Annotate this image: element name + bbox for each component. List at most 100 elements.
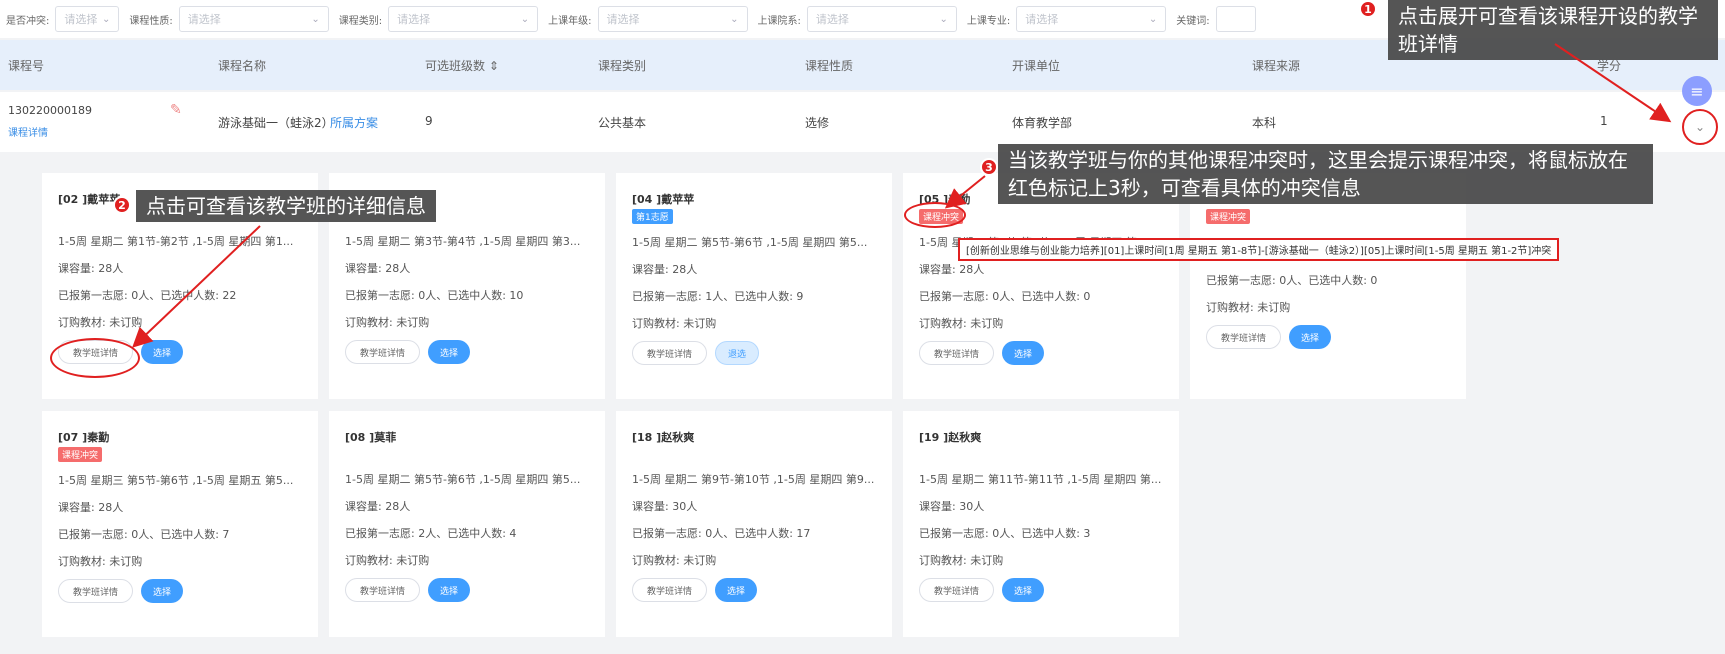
col-class-count[interactable]: 可选班级数 ⇕: [425, 57, 499, 74]
course-source: 本科: [1252, 116, 1277, 130]
pencil-icon: ✎: [170, 102, 182, 118]
course-detail-link[interactable]: 课程详情: [8, 124, 48, 139]
class-select-button[interactable]: 选择: [1002, 578, 1045, 602]
class-tag[interactable]: 课程冲突: [1206, 209, 1251, 224]
class-capacity: 课容量: 28人: [345, 262, 411, 275]
class-textbook: 订购教材: 未订购: [919, 554, 1004, 567]
class-time: 1-5周 星期三 第5节-第6节 ,1-5周 星期五 第5...: [58, 474, 294, 487]
class-select-button[interactable]: 选择: [428, 578, 471, 602]
annotation-3: 当该教学班与你的其他课程冲突时，这里会提示课程冲突，将鼠标放在红色标记上3秒，可…: [998, 144, 1653, 204]
class-tag: 第1志愿: [632, 209, 673, 224]
class-card: 课程冲突 课容量: 28人 已报第一志愿: 0人、已选中人数: 0 订购教材: …: [1190, 173, 1466, 399]
class-capacity: 课容量: 28人: [58, 501, 124, 514]
class-detail-button[interactable]: 教学班详情: [58, 579, 134, 603]
conflict-select[interactable]: 请选择 ⌄: [55, 6, 120, 32]
class-detail-button[interactable]: 教学班详情: [1206, 325, 1282, 349]
class-signup: 已报第一志愿: 1人、已选中人数: 9: [632, 290, 804, 303]
class-textbook: 订购教材: 未订购: [345, 554, 430, 567]
class-select-button[interactable]: 选择: [141, 579, 184, 603]
class-textbook: 订购教材: 未订购: [632, 554, 717, 567]
class-title: [18 ]赵秋爽: [632, 431, 695, 444]
class-title: [08 ]莫菲: [345, 431, 397, 444]
class-capacity: 课容量: 28人: [632, 263, 698, 276]
class-time: 1-5周 星期二 第11节-第11节 ,1-5周 星期四 第...: [919, 473, 1162, 486]
class-card: [19 ]赵秋爽 1-5周 星期二 第11节-第11节 ,1-5周 星期四 第.…: [903, 411, 1179, 637]
class-card: [18 ]赵秋爽 1-5周 星期二 第9节-第10节 ,1-5周 星期四 第9.…: [616, 411, 892, 637]
keyword-input[interactable]: [1215, 6, 1256, 32]
class-select-button[interactable]: 退选: [715, 341, 760, 365]
table-row: 130220000189 课程详情 ✎ 游泳基础一（蛙泳2） 所属方案 9 公共…: [0, 92, 1725, 152]
annotation-badge-1: 1: [1359, 0, 1377, 18]
class-signup: 已报第一志愿: 0人、已选中人数: 10: [345, 289, 524, 302]
expand-chevron-icon[interactable]: ⌄: [1682, 109, 1718, 145]
class-detail-button[interactable]: 教学班详情: [919, 578, 995, 602]
menu-icon[interactable]: ≡: [1682, 76, 1712, 106]
course-unit: 体育教学部: [1012, 116, 1073, 130]
class-signup: 已报第一志愿: 2人、已选中人数: 4: [345, 527, 517, 540]
course-nature: 选修: [805, 116, 830, 130]
class-capacity: 课容量: 30人: [632, 500, 698, 513]
filter-conflict: 是否冲突: 请选择 ⌄: [6, 6, 120, 32]
annotation-2: 点击可查看该教学班的详细信息: [136, 190, 436, 222]
filter-grade: 上课年级: 请选择 ⌄: [548, 6, 748, 32]
class-detail-button[interactable]: 教学班详情: [919, 341, 995, 365]
filter-category: 课程类别: 请选择 ⌄: [339, 6, 539, 32]
class-title: [19 ]赵秋爽: [919, 431, 982, 444]
class-tag[interactable]: 课程冲突: [58, 447, 103, 462]
nature-select[interactable]: 请选择 ⌄: [178, 6, 329, 32]
chevron-down-icon: ⌄: [101, 13, 111, 25]
filter-department: 上课院系: 请选择 ⌄: [758, 6, 957, 32]
class-textbook: 订购教材: 未订购: [58, 316, 143, 329]
col-course-name: 课程名称: [218, 59, 267, 73]
class-detail-button[interactable]: 教学班详情: [345, 340, 421, 364]
col-unit: 开课单位: [1012, 59, 1061, 73]
class-select-button[interactable]: 选择: [1002, 341, 1045, 365]
class-textbook: 订购教材: 未订购: [632, 317, 717, 330]
filter-nature: 课程性质: 请选择 ⌄: [129, 6, 329, 32]
course-code: 130220000189: [8, 104, 92, 117]
conflict-tooltip: [创新创业思维与创业能力培养][01]上课时间[1周 星期五 第1-8节]-[游…: [958, 238, 1560, 261]
class-textbook: 订购教材: 未订购: [345, 316, 430, 329]
annotation-badge-2: 2: [113, 196, 131, 214]
col-course-code: 课程号: [8, 59, 45, 73]
class-time: 1-5周 星期二 第5节-第6节 ,1-5周 星期四 第5...: [632, 236, 868, 249]
class-time: 1-5周 星期二 第1节-第2节 ,1-5周 星期四 第1...: [58, 235, 294, 248]
class-select-button[interactable]: 选择: [715, 578, 758, 602]
class-detail-button[interactable]: 教学班详情: [632, 341, 708, 365]
class-signup: 已报第一志愿: 0人、已选中人数: 0: [1206, 274, 1378, 287]
department-select[interactable]: 请选择 ⌄: [806, 6, 957, 32]
col-category: 课程类别: [598, 59, 647, 73]
class-textbook: 订购教材: 未订购: [919, 317, 1004, 330]
class-textbook: 订购教材: 未订购: [1206, 301, 1291, 314]
class-detail-button[interactable]: 教学班详情: [632, 578, 708, 602]
col-nature: 课程性质: [805, 59, 854, 73]
filter-keyword: 关键词:: [1176, 6, 1256, 32]
class-signup: 已报第一志愿: 0人、已选中人数: 3: [919, 527, 1091, 540]
class-time: 1-5周 星期二 第3节-第4节 ,1-5周 星期四 第3...: [345, 235, 581, 248]
class-capacity: 课容量: 28人: [345, 500, 411, 513]
filter-label: 是否冲突:: [6, 15, 50, 27]
class-signup: 已报第一志愿: 0人、已选中人数: 0: [919, 290, 1091, 303]
class-signup: 已报第一志愿: 0人、已选中人数: 22: [58, 289, 237, 302]
class-select-button[interactable]: 选择: [1289, 325, 1332, 349]
class-select-button[interactable]: 选择: [141, 340, 184, 364]
class-time: 1-5周 星期二 第9节-第10节 ,1-5周 星期四 第9...: [632, 473, 875, 486]
chevron-down-icon: ⌄: [939, 13, 948, 25]
chevron-down-icon: ⌄: [520, 13, 530, 25]
class-time: 1-5周 星期二 第5节-第6节 ,1-5周 星期四 第5...: [345, 473, 581, 486]
class-capacity: 课容量: 30人: [919, 500, 985, 513]
class-select-button[interactable]: 选择: [428, 340, 471, 364]
course-name: 游泳基础一（蛙泳2）: [218, 116, 334, 130]
class-count: 9: [425, 114, 433, 128]
major-select[interactable]: 请选择 ⌄: [1016, 6, 1167, 32]
class-detail-button[interactable]: 教学班详情: [345, 578, 421, 602]
chevron-down-icon: ⌄: [311, 13, 320, 25]
plan-link[interactable]: 所属方案: [330, 114, 378, 131]
class-signup: 已报第一志愿: 0人、已选中人数: 7: [58, 528, 230, 541]
annotation-1: 点击展开可查看该课程开设的教学班详情: [1388, 0, 1718, 60]
class-capacity: 课容量: 28人: [58, 262, 124, 275]
grade-select[interactable]: 请选择 ⌄: [597, 6, 748, 32]
category-select[interactable]: 请选择 ⌄: [388, 6, 539, 32]
chevron-down-icon: ⌄: [1148, 13, 1158, 25]
class-textbook: 订购教材: 未订购: [58, 555, 143, 568]
